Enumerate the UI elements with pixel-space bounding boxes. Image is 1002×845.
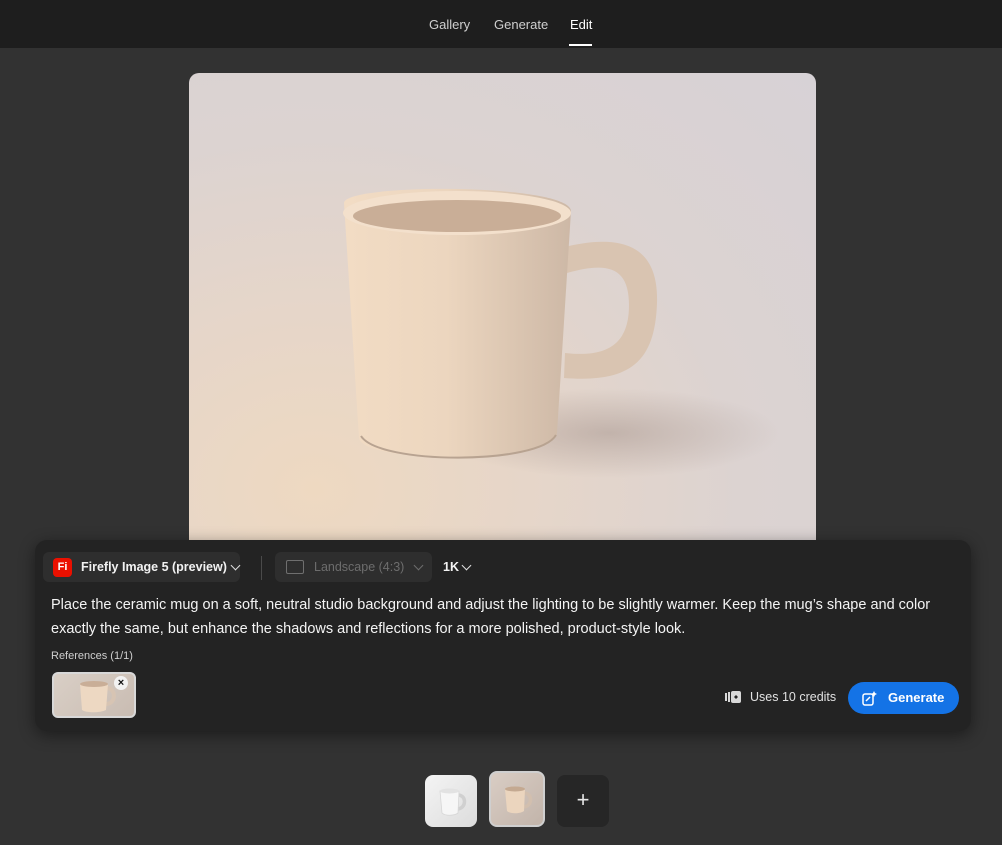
chevron-down-icon	[413, 560, 424, 571]
generate-label: Generate	[888, 690, 945, 705]
add-variation-button[interactable]: +	[557, 775, 609, 827]
mug-image	[343, 188, 779, 478]
toolbar-divider	[261, 556, 262, 580]
tab-gallery[interactable]: Gallery	[429, 17, 470, 32]
aspect-ratio-icon	[286, 560, 304, 574]
white-mug-image	[439, 788, 467, 816]
main-image-canvas[interactable]	[189, 73, 816, 563]
resolution-selector[interactable]: 1K	[437, 552, 477, 582]
top-nav: Gallery Generate Edit	[0, 0, 1002, 48]
credits-label: Uses 10 credits	[750, 690, 837, 704]
generate-button[interactable]: Generate	[848, 682, 959, 714]
prompt-panel: Fi Firefly Image 5 (preview) Landscape (…	[35, 540, 971, 731]
model-label: Firefly Image 5 (preview)	[81, 560, 227, 574]
active-tab-indicator	[569, 44, 592, 46]
remove-reference-button[interactable]: ×	[114, 676, 128, 690]
beige-mug-image	[505, 786, 533, 814]
aspect-ratio-selector[interactable]: Landscape (4:3)	[275, 552, 432, 582]
credits-icon	[725, 691, 741, 703]
variation-thumbnail-2[interactable]	[489, 771, 545, 827]
chevron-down-icon	[461, 560, 472, 571]
tab-generate[interactable]: Generate	[494, 17, 548, 32]
aspect-ratio-label: Landscape (4:3)	[314, 560, 405, 574]
tab-edit[interactable]: Edit	[570, 17, 592, 32]
resolution-label: 1K	[443, 560, 459, 574]
firefly-logo-icon: Fi	[53, 558, 72, 577]
prompt-text[interactable]: Place the ceramic mug on a soft, neutral…	[51, 593, 951, 641]
chevron-down-icon	[230, 560, 241, 571]
references-label: References (1/1)	[51, 650, 133, 662]
model-selector[interactable]: Fi Firefly Image 5 (preview)	[43, 552, 241, 582]
variation-thumbnail-1[interactable]	[425, 775, 477, 827]
generate-sparkle-icon	[862, 691, 877, 706]
